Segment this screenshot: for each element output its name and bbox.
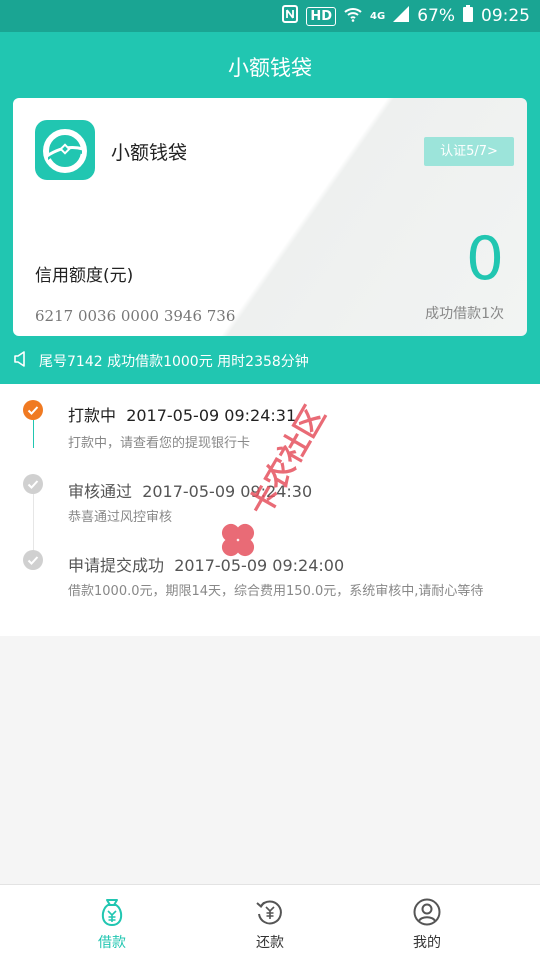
success-loan-count: 成功借款1次 bbox=[425, 306, 504, 322]
app-logo-icon bbox=[35, 120, 95, 180]
product-name: 小额钱袋 bbox=[111, 142, 188, 164]
step-active-check-icon bbox=[23, 400, 43, 420]
battery-percent: 67% bbox=[417, 6, 455, 26]
step-title: 申请提交成功 2017-05-09 09:24:00 bbox=[68, 556, 345, 575]
network-type: 4G bbox=[370, 10, 386, 22]
credit-card-panel: 小额钱袋 认证5/7> 0 信用额度(元) 6217 0036 0000 394… bbox=[13, 98, 527, 336]
step-desc: 借款1000.0元，期限14天，综合费用150.0元，系统审核中,请耐心等待 bbox=[68, 584, 484, 599]
credit-amount: 0 bbox=[465, 224, 504, 294]
bank-card-number: 6217 0036 0000 3946 736 bbox=[35, 307, 236, 325]
speaker-icon bbox=[13, 350, 29, 372]
nfc-icon bbox=[282, 4, 299, 28]
clock: 09:25 bbox=[481, 6, 530, 26]
verify-button[interactable]: 认证5/7> bbox=[424, 137, 514, 166]
battery-icon bbox=[463, 5, 473, 27]
tab-repay[interactable]: 还款 bbox=[210, 885, 330, 961]
hd-badge: HD bbox=[306, 6, 337, 26]
page-title: 小额钱袋 bbox=[228, 56, 312, 80]
step-title: 打款中 2017-05-09 09:24:31 bbox=[68, 406, 297, 425]
wifi-icon bbox=[344, 6, 362, 27]
timeline-line bbox=[33, 492, 34, 552]
tab-borrow[interactable]: 借款 bbox=[52, 885, 172, 961]
bottom-tab-bar: 借款 还款 我的 bbox=[0, 884, 540, 961]
money-bag-icon bbox=[101, 899, 123, 927]
status-bar: HD 4G 67% 09:25 bbox=[0, 0, 540, 32]
notice-bar: 尾号7142 成功借款1000元 用时2358分钟 bbox=[13, 350, 309, 372]
step-check-icon bbox=[23, 550, 43, 570]
step-desc: 恭喜通过风控审核 bbox=[68, 510, 173, 525]
signal-icon bbox=[393, 5, 410, 27]
tab-label: 我的 bbox=[413, 935, 441, 951]
tab-label: 借款 bbox=[98, 935, 126, 951]
tab-mine[interactable]: 我的 bbox=[367, 885, 487, 961]
tab-label: 还款 bbox=[256, 935, 284, 951]
notice-text: 尾号7142 成功借款1000元 用时2358分钟 bbox=[39, 354, 309, 370]
header: 小额钱袋 小额钱袋 认证5/7> 0 信用额度(元) 6217 0036 000… bbox=[0, 32, 540, 384]
user-icon bbox=[413, 898, 441, 926]
step-check-icon bbox=[23, 474, 43, 494]
step-desc: 打款中，请查看您的提现银行卡 bbox=[68, 436, 251, 451]
credit-limit-label: 信用额度(元) bbox=[35, 266, 134, 286]
step-title: 审核通过 2017-05-09 09:24:30 bbox=[68, 482, 313, 501]
timeline-active-line bbox=[33, 420, 34, 448]
loan-progress-timeline: 打款中 2017-05-09 09:24:31 打款中，请查看您的提现银行卡 审… bbox=[0, 384, 540, 636]
repay-icon bbox=[256, 900, 282, 925]
